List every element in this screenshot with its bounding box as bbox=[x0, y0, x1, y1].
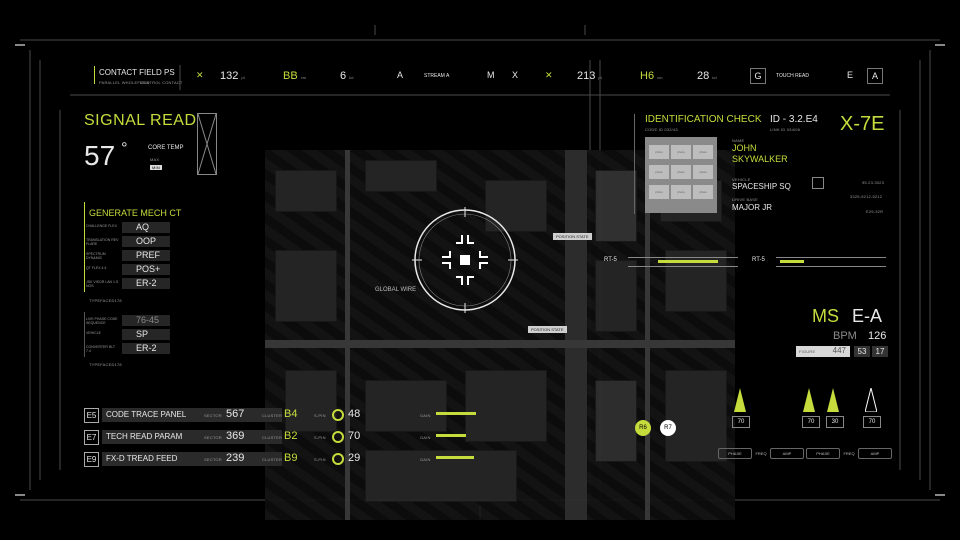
header-title: CONTACT FIELD PS bbox=[99, 68, 175, 77]
ident-tag: X-7E bbox=[840, 113, 885, 135]
ring-icon bbox=[332, 431, 344, 443]
stream-label[interactable]: STREAM A bbox=[424, 73, 449, 79]
amp-button[interactable]: AMP bbox=[858, 448, 892, 459]
ident-code2: E29-32R bbox=[866, 209, 884, 214]
rank-value: MAJOR JR bbox=[732, 203, 772, 212]
signal-title: SIGNAL READ bbox=[84, 112, 197, 129]
core-temp-label: CORE TEMP bbox=[148, 145, 184, 151]
mech-footer: TYPEFACED178 bbox=[89, 362, 122, 367]
header-letter-m[interactable]: M bbox=[487, 70, 495, 80]
chip-icon bbox=[812, 177, 824, 189]
figure-field[interactable]: FIGURE 447 bbox=[796, 346, 850, 357]
header-metric: BB cm bbox=[283, 70, 307, 82]
header-metric: H6 cm bbox=[640, 70, 663, 82]
global-wire-label: GLOBAL WIRE bbox=[375, 287, 417, 293]
list-item[interactable]: CONVERTER BLT 7.4 ER-2 bbox=[86, 343, 170, 354]
ident-accent-line bbox=[634, 114, 635, 214]
amp-button[interactable]: AMP bbox=[770, 448, 804, 459]
list-item[interactable]: CHALLENGE FLEX AQ bbox=[86, 222, 170, 233]
rt-label: RT-5 bbox=[752, 257, 765, 263]
hex-badge[interactable]: R7 bbox=[660, 420, 676, 436]
header-metric: 28 kd bbox=[697, 70, 717, 82]
bpm-label: BPM bbox=[833, 330, 857, 342]
header-sub: CONTROL CONTACT bbox=[140, 80, 183, 85]
touch-read-label[interactable]: TOUCH READ bbox=[776, 73, 809, 79]
gauge-value: 70 bbox=[802, 416, 820, 428]
count-box: 53 bbox=[854, 346, 870, 357]
ms-label: MS bbox=[812, 306, 839, 326]
rt-bar[interactable] bbox=[776, 257, 886, 267]
header-letter-a-box[interactable]: A bbox=[867, 68, 883, 84]
list-item[interactable]: JSK VISOR LAN 1.5 NOS ER-2 bbox=[86, 278, 170, 289]
gauge-arrow bbox=[803, 388, 815, 412]
photo-grid[interactable]: photo photo photo photo photo photo photo pho… bbox=[645, 137, 717, 213]
header-letter-x[interactable]: X bbox=[512, 70, 518, 80]
ring-icon bbox=[332, 453, 344, 465]
position-state-tag[interactable]: POSITION STATE bbox=[528, 326, 567, 333]
header-metric: 213 pt bbox=[577, 70, 602, 82]
mech-accent-line bbox=[84, 202, 85, 292]
mech-title: GENERATE MECH CT bbox=[89, 208, 182, 218]
hex-badge[interactable]: R6 bbox=[635, 420, 651, 436]
name-first: JOHN bbox=[732, 143, 757, 153]
temperature-value: 57 ° bbox=[84, 140, 128, 171]
ident-link: LINK ID 034/06 bbox=[770, 127, 801, 132]
ident-title: IDENTIFICATION CHECK bbox=[645, 114, 762, 125]
list-item[interactable]: QT FLEX 4.4 POS+ bbox=[86, 264, 170, 275]
ms-value: E-A bbox=[852, 306, 883, 326]
ident-id: ID - 3.2.E4 bbox=[770, 114, 818, 125]
max-label: MAX bbox=[150, 157, 160, 162]
target-reticle[interactable] bbox=[410, 205, 520, 315]
header-metric: 6 kd bbox=[340, 70, 354, 82]
mech-accent-line bbox=[84, 312, 85, 357]
min-label: MIN bbox=[150, 165, 162, 170]
gauge-arrow bbox=[734, 388, 746, 412]
rt-bar[interactable] bbox=[628, 257, 738, 267]
mech-footer: TYPEFACED178 bbox=[89, 298, 122, 303]
feed-row[interactable]: E5 CODE TRACE PANEL SECTOR 567 CLUSTER B… bbox=[84, 408, 484, 423]
list-item[interactable]: VEHICLE SP bbox=[86, 329, 170, 340]
close-icon[interactable]: ✕ bbox=[196, 70, 204, 81]
feed-row[interactable]: E9 FX-D TREAD FEED SECTOR 239 CLUSTER B9… bbox=[84, 452, 484, 467]
ring-icon bbox=[332, 409, 344, 421]
count-box: 17 bbox=[872, 346, 888, 357]
ident-phone: 3325-5212-5212 bbox=[850, 194, 883, 199]
gauge-value: 70 bbox=[863, 416, 881, 428]
bpm-value: 126 bbox=[868, 330, 887, 342]
signal-crossed-box bbox=[197, 113, 217, 175]
gauge-value: 30 bbox=[826, 416, 844, 428]
feed-row[interactable]: E7 TECH READ PARAM SECTOR 369 CLUSTER B2… bbox=[84, 430, 484, 445]
header-accent-line bbox=[94, 66, 95, 84]
gauge-arrow bbox=[827, 388, 839, 412]
header-letter-e[interactable]: E bbox=[847, 70, 853, 80]
list-item[interactable]: LIVE PHASE CODE SEQUENCE 76-45 bbox=[86, 315, 170, 326]
vehicle-value: SPACESHIP SQ bbox=[732, 182, 791, 191]
list-item[interactable]: SPECTRUM DYNAMIC PREF bbox=[86, 250, 170, 261]
header-metric: 132 pt bbox=[220, 70, 245, 82]
rt-label: RT-5 bbox=[604, 257, 617, 263]
position-state-tag[interactable]: POSITION STATE bbox=[553, 233, 592, 240]
ident-code: CODE ID 032/43 bbox=[645, 127, 678, 132]
ident-date: 95.23.3023 bbox=[862, 180, 885, 185]
list-item[interactable]: TRANSLATION REV FLARE OOP bbox=[86, 236, 170, 247]
header-letter-a[interactable]: A bbox=[397, 70, 403, 80]
name-last: SKYWALKER bbox=[732, 154, 788, 164]
close-icon[interactable]: ✕ bbox=[545, 70, 553, 81]
header-letter-g[interactable]: G bbox=[750, 68, 766, 84]
gauge-value: 70 bbox=[732, 416, 750, 428]
gauge-arrow-outline bbox=[865, 388, 877, 412]
rank-label: DRIVE BASE bbox=[732, 197, 759, 202]
